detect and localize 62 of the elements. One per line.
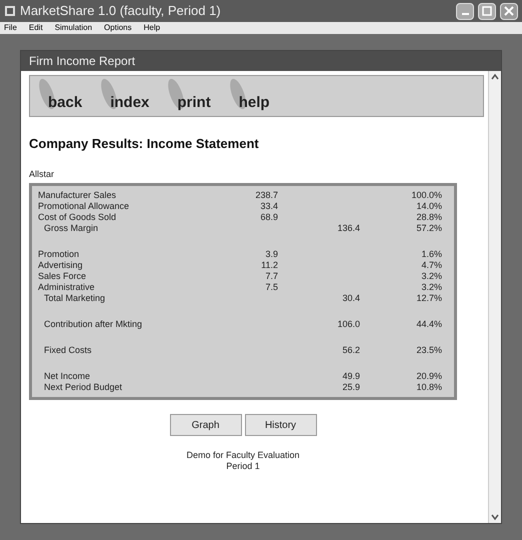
percent-cell: 20.9% (416, 371, 442, 381)
percent-cell: 28.8% (416, 212, 442, 222)
row-label: Gross Margin (43, 223, 100, 234)
percent-cell: 4.7% (421, 260, 442, 270)
row-label: Administrative (38, 282, 96, 293)
row-label: Promotional Allowance (38, 201, 130, 212)
menu-item[interactable]: File (4, 24, 17, 32)
row-label: Cost of Goods Sold (38, 212, 118, 223)
row-label: Contribution after Mkting (43, 319, 144, 330)
percent-cell: 12.7% (416, 293, 442, 303)
row-label: Sales Force (38, 271, 88, 282)
window-title: MarketShare 1.0 (faculty, Period 1) (20, 2, 222, 20)
footer-text: Period 1 (226, 461, 260, 472)
minimize-button[interactable] (456, 2, 474, 20)
amount-cell: 3.9 (265, 249, 278, 259)
report-heading: Company Results: Income Statement (29, 135, 260, 153)
percent-cell: 57.2% (416, 223, 442, 233)
amount-cell: 11.2 (261, 260, 278, 270)
amount-cell: 33.4 (260, 201, 278, 211)
nav-button[interactable]: print (167, 77, 211, 111)
scroll-bar[interactable] (488, 71, 501, 523)
app-icon (4, 5, 16, 17)
total-cell: 56.2 (342, 345, 360, 355)
percent-cell: 3.2% (421, 282, 442, 292)
amount-cell: 7.5 (265, 282, 278, 292)
percent-cell: 23.5% (416, 345, 442, 355)
close-button[interactable] (500, 2, 518, 20)
maximize-button[interactable] (478, 2, 496, 20)
amount-cell: 68.9 (260, 212, 278, 222)
row-label: Advertising (38, 260, 84, 271)
row-label: Promotion (38, 249, 80, 260)
total-cell: 49.9 (342, 371, 360, 381)
action-button[interactable]: History (244, 414, 316, 436)
menu-item[interactable]: Simulation (54, 24, 92, 32)
percent-cell: 14.0% (416, 201, 442, 211)
total-cell: 106.0 (337, 319, 360, 329)
percent-cell: 44.4% (416, 319, 442, 329)
row-label: Manufacturer Sales (38, 190, 118, 201)
total-cell: 30.4 (342, 293, 360, 303)
minimize-icon (462, 13, 468, 15)
nav-button[interactable]: back (38, 77, 82, 111)
percent-cell: 1.6% (421, 249, 442, 259)
percent-cell: 3.2% (421, 271, 442, 281)
percent-cell: 100.0% (411, 190, 442, 200)
report-title: Firm Income Report (29, 53, 136, 70)
action-button[interactable]: Graph (170, 414, 242, 436)
total-cell: 136.4 (337, 223, 360, 233)
amount-cell: 7.7 (265, 271, 278, 281)
row-label: Next Period Budget (43, 382, 124, 393)
row-label: Fixed Costs (43, 345, 93, 356)
footer-text: Demo for Faculty Evaluation (186, 450, 300, 461)
nav-button[interactable]: help (228, 77, 270, 111)
row-label: Net Income (43, 371, 92, 382)
total-cell: 25.9 (342, 382, 360, 392)
nav-button[interactable]: index (100, 77, 150, 111)
menu-item[interactable]: Help (144, 24, 160, 32)
row-label: Total Marketing (43, 293, 106, 304)
amount-cell: 238.7 (255, 190, 278, 200)
percent-cell: 10.8% (416, 382, 442, 392)
menu-item[interactable]: Options (104, 24, 132, 32)
company-name: Allstar (29, 168, 56, 180)
menu-item[interactable]: Edit (28, 24, 43, 32)
